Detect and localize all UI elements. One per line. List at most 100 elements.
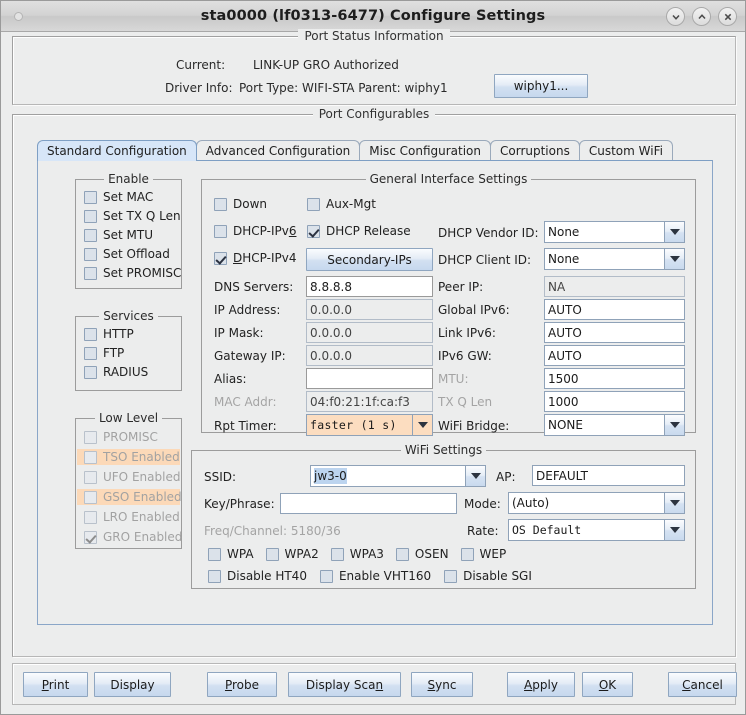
secondary-ips-button[interactable]: Secondary-IPs (306, 248, 433, 271)
rpt-timer-combo[interactable]: faster (1 s) (306, 414, 433, 436)
checkbox-disable-sgi[interactable]: Disable SGI (444, 569, 532, 583)
checkbox-box[interactable] (460, 547, 474, 561)
checkbox-box[interactable] (265, 547, 279, 561)
checkbox-box[interactable] (84, 490, 97, 504)
alias-input[interactable] (306, 368, 433, 389)
tab-corruptions[interactable]: Corruptions (490, 140, 580, 161)
checkbox-box[interactable] (84, 327, 97, 341)
chevron-down-icon[interactable] (664, 221, 685, 243)
checkbox-wpa3[interactable]: WPA3 (330, 547, 384, 561)
checkbox-box[interactable] (395, 547, 409, 561)
checkbox-set-promisc[interactable]: Set PROMISC (84, 266, 181, 280)
sync-button[interactable]: Sync (411, 672, 473, 697)
dhcp-vendor-id-combo[interactable]: None (544, 221, 685, 243)
checkbox-ufo-enabled[interactable]: UFO Enabled (77, 469, 180, 485)
checkbox-box[interactable] (330, 547, 344, 561)
checkbox-set-tx-q-len[interactable]: Set TX Q Len (84, 209, 181, 223)
ip-address-input[interactable]: 0.0.0.0 (306, 299, 433, 320)
global-ipv6-input[interactable]: AUTO (544, 299, 685, 320)
checkbox-box[interactable] (444, 569, 458, 583)
checkbox-ftp[interactable]: FTP (84, 346, 148, 360)
checkbox-disable-ht40[interactable]: Disable HT40 (208, 569, 307, 583)
checkbox-enable-vht160[interactable]: Enable VHT160 (319, 569, 431, 583)
close-button[interactable] (718, 7, 737, 26)
checkbox-set-offload[interactable]: Set Offload (84, 247, 181, 261)
minimize-button[interactable] (666, 7, 685, 26)
checkbox-lro-enabled[interactable]: LRO Enabled (77, 509, 180, 525)
ip-mask-input[interactable]: 0.0.0.0 (306, 322, 433, 343)
chevron-down-icon[interactable] (664, 519, 685, 541)
rate-combo[interactable]: OS Default (508, 519, 685, 541)
checkbox-radius[interactable]: RADIUS (84, 365, 148, 379)
wifi-bridge-combo[interactable]: NONE (544, 414, 685, 436)
checkbox-promisc[interactable]: PROMISC (77, 429, 180, 445)
checkbox-box[interactable] (84, 430, 97, 444)
mode-combo[interactable]: (Auto) (508, 492, 685, 514)
checkbox-wep[interactable]: WEP (460, 547, 506, 561)
ssid-combo[interactable]: jw3-0 (310, 465, 486, 487)
probe-button[interactable]: Probe (207, 672, 277, 697)
checkbox-dhcp-release[interactable]: DHCP Release (307, 224, 411, 238)
dns-servers-input[interactable]: 8.8.8.8 (306, 276, 433, 297)
tab-standard-configuration[interactable]: Standard Configuration (37, 140, 197, 161)
checkbox-box[interactable] (84, 510, 97, 524)
checkbox-box[interactable] (214, 197, 227, 211)
checkbox-dhcp-ipv6[interactable]: DHCP-IPv6 (214, 224, 296, 238)
checkbox-box[interactable] (319, 569, 333, 583)
checkbox-gso-enabled[interactable]: GSO Enabled (77, 489, 182, 505)
checkbox-box[interactable] (84, 530, 97, 544)
tab-custom-wifi[interactable]: Custom WiFi (578, 140, 673, 161)
checkbox-box[interactable] (208, 547, 221, 561)
checkbox-tso-enabled[interactable]: TSO Enabled (77, 449, 180, 465)
chevron-down-icon[interactable] (664, 492, 685, 514)
display-button[interactable]: Display (94, 672, 171, 697)
checkbox-box[interactable] (307, 224, 320, 238)
mtu-input[interactable]: 1500 (544, 368, 685, 389)
checkbox-box[interactable] (84, 266, 97, 280)
mac-addr-input[interactable]: 04:f0:21:1f:ca:f3 (306, 391, 433, 412)
checkbox-box[interactable] (84, 365, 97, 379)
checkbox-down[interactable]: Down (214, 197, 267, 211)
checkbox-box[interactable] (307, 197, 320, 211)
checkbox-dhcp-ipv4[interactable]: DHCP-IPv4 (214, 251, 296, 265)
key-phrase-input[interactable] (280, 493, 457, 514)
wiphy-button[interactable]: wiphy1... (494, 74, 588, 98)
checkbox-box[interactable] (208, 569, 221, 583)
tab-advanced-configuration[interactable]: Advanced Configuration (195, 140, 361, 161)
dhcp-client-id-combo[interactable]: None (544, 248, 685, 270)
display-scan-button[interactable]: Display Scan (288, 672, 401, 697)
checkbox-set-mac[interactable]: Set MAC (84, 190, 181, 204)
ap-input[interactable]: DEFAULT (532, 465, 685, 486)
chevron-down-icon[interactable] (465, 465, 486, 487)
link-ipv6-input[interactable]: AUTO (544, 322, 685, 343)
checkbox-box[interactable] (84, 247, 97, 261)
checkbox-http[interactable]: HTTP (84, 327, 148, 341)
checkbox-osen[interactable]: OSEN (395, 547, 449, 561)
cancel-button[interactable]: Cancel (668, 672, 737, 697)
checkbox-box[interactable] (84, 190, 97, 204)
chevron-down-icon[interactable] (412, 414, 433, 436)
checkbox-box[interactable] (84, 470, 97, 484)
checkbox-set-mtu[interactable]: Set MTU (84, 228, 181, 242)
checkbox-box[interactable] (84, 228, 97, 242)
checkbox-box[interactable] (84, 450, 97, 464)
apply-button[interactable]: Apply (507, 672, 575, 697)
print-button[interactable]: Print (23, 672, 88, 697)
ssid-value[interactable]: jw3-0 (310, 465, 465, 487)
checkbox-box[interactable] (84, 209, 97, 223)
ok-button[interactable]: OK (582, 672, 633, 697)
tab-misc-configuration[interactable]: Misc Configuration (359, 140, 491, 161)
gateway-ip-input[interactable]: 0.0.0.0 (306, 345, 433, 366)
checkbox-box[interactable] (214, 224, 227, 238)
chevron-down-icon[interactable] (664, 414, 685, 436)
checkbox-wpa[interactable]: WPA (208, 547, 254, 561)
ipv6-gw-input[interactable]: AUTO (544, 345, 685, 366)
checkbox-box[interactable] (84, 346, 97, 360)
chevron-down-icon[interactable] (664, 248, 685, 270)
checkbox-box[interactable] (214, 251, 227, 265)
checkbox-aux-mgt[interactable]: Aux-Mgt (307, 197, 376, 211)
maximize-button[interactable] (692, 7, 711, 26)
checkbox-wpa2[interactable]: WPA2 (265, 547, 319, 561)
tx-q-len-input[interactable]: 1000 (544, 391, 685, 412)
checkbox-gro-enabled[interactable]: GRO Enabled (77, 529, 182, 545)
